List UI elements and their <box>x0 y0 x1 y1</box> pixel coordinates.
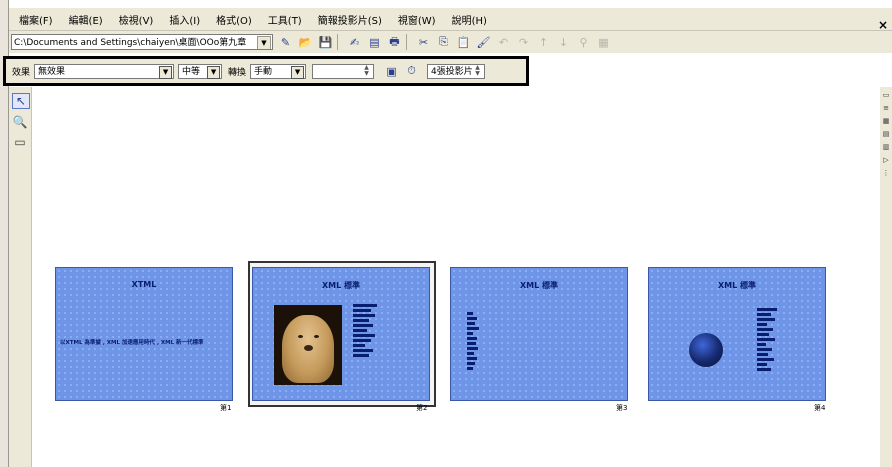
globe-image <box>689 333 723 367</box>
slides-per-row-arrows-icon[interactable]: ▲ ▼ <box>472 64 483 78</box>
slide-thumbnail-3[interactable]: XML 標準 <box>450 267 628 401</box>
dog-eye-left <box>298 335 303 338</box>
slide-2-title: XML 標準 <box>321 281 360 290</box>
slide-4-title: XML 標準 <box>717 281 756 290</box>
menu-file[interactable]: 檔案(F) <box>19 12 53 27</box>
menu-tools[interactable]: 工具(T) <box>268 12 302 27</box>
left-tool-panel: ↖ 🔍 ▭ <box>9 87 32 467</box>
notes-view-icon[interactable]: ▤ <box>882 130 890 139</box>
effect-value: 無效果 <box>38 66 66 77</box>
menu-help[interactable]: 說明(H) <box>452 12 487 27</box>
redo-icon[interactable]: ↷ <box>516 35 531 50</box>
slide-3-number: 第3 <box>616 404 628 412</box>
menu-window[interactable]: 視窗(W) <box>398 12 436 27</box>
paste-icon[interactable]: 📋 <box>456 35 471 50</box>
switch-select[interactable]: 手動 ▼ <box>250 63 307 79</box>
arrow-down-icon[interactable]: ↓ <box>556 35 571 50</box>
slide-thumbnail-4[interactable]: XML 標準 <box>648 267 826 401</box>
time-spinner[interactable]: ▲ ▼ <box>312 63 375 79</box>
print-icon[interactable]: 🖶 <box>387 35 402 50</box>
menu-view[interactable]: 檢視(V) <box>119 12 154 27</box>
drawing-view-icon[interactable]: ▭ <box>882 91 890 100</box>
slide-1-title: XTML <box>131 280 157 289</box>
menu-bar: 檔案(F) 編輯(E) 檢視(V) 插入(I) 格式(O) 工具(T) 簡報投影… <box>9 8 892 32</box>
slide-sorter-toolbar: 效果 無效果 ▼ 中等 ▼ 轉換 手動 ▼ ▲ ▼ ▣ ⏱ 4張投影片 ▲ ▼ <box>3 56 529 86</box>
close-document-icon[interactable]: × <box>878 18 888 32</box>
slide-4-text-lines <box>757 308 783 373</box>
document-path-field[interactable]: C:\Documents and Settings\chaiyen\桌面\OOo… <box>11 34 273 50</box>
pdf-export-icon[interactable]: ▤ <box>367 35 382 50</box>
switch-dropdown-arrow-icon[interactable]: ▼ <box>291 65 305 79</box>
slide-4-number: 第4 <box>814 404 826 412</box>
path-dropdown-arrow-icon[interactable]: ▼ <box>257 36 271 49</box>
slide-2-number: 第2 <box>416 404 428 412</box>
slide-1-number: 第1 <box>220 404 232 412</box>
format-paintbrush-icon[interactable]: 🖌 <box>476 35 491 50</box>
show-slide-icon[interactable]: ▣ <box>384 64 399 79</box>
slides-per-row-value: 4張投影片 <box>431 66 473 77</box>
arrow-up-icon[interactable]: ↑ <box>536 35 551 50</box>
menu-insert[interactable]: 插入(I) <box>169 12 200 27</box>
right-view-panel: ▭ ≡ ▦ ▤ ▥ ▷ ⋮ <box>879 87 892 467</box>
handout-view-icon[interactable]: ▥ <box>882 143 890 152</box>
switch-value: 手動 <box>254 66 273 77</box>
copy-icon[interactable]: ⎘ <box>436 35 451 50</box>
edit-file-icon[interactable]: ✎ <box>278 35 293 50</box>
speed-value: 中等 <box>182 66 201 77</box>
slide-thumbnail-1[interactable]: XTML 以XTML 為準據 , XML 加速應用時代 , XML 新一代標準 <box>55 267 233 401</box>
slide-sorter-view-icon[interactable]: ▦ <box>882 117 890 126</box>
save-icon[interactable]: 💾 <box>318 35 333 50</box>
zoom-icon[interactable]: 🔍 <box>12 115 28 129</box>
undo-icon[interactable]: ↶ <box>496 35 511 50</box>
slide-1-body: 以XTML 為準據 , XML 加速應用時代 , XML 新一代標準 <box>60 340 204 346</box>
table-icon[interactable]: ▦ <box>596 35 611 50</box>
document-path-text: C:\Documents and Settings\chaiyen\桌面\OOo… <box>14 38 247 48</box>
speed-select[interactable]: 中等 ▼ <box>178 63 223 79</box>
effect-label: 效果 <box>12 67 31 78</box>
outline-view-icon[interactable]: ≡ <box>882 104 890 113</box>
toolbar-separator <box>406 34 407 50</box>
dog-nose <box>304 345 313 351</box>
effect-select[interactable]: 無效果 ▼ <box>34 63 175 79</box>
slide-2-text-lines <box>353 304 381 359</box>
open-folder-icon[interactable]: 📂 <box>298 35 313 50</box>
slide-sorter-area: XTML 以XTML 為準據 , XML 加速應用時代 , XML 新一代標準 … <box>32 87 880 467</box>
slide-3-text-lines <box>467 312 481 372</box>
speed-dropdown-arrow-icon[interactable]: ▼ <box>207 65 221 79</box>
menu-format[interactable]: 格式(O) <box>216 12 252 27</box>
function-toolbar: C:\Documents and Settings\chaiyen\桌面\OOo… <box>9 31 892 53</box>
slideshow-view-icon[interactable]: ▷ <box>882 156 890 165</box>
dog-eye-right <box>314 335 319 338</box>
switch-label: 轉換 <box>228 67 247 78</box>
slide-thumbnail-2[interactable]: XML 標準 <box>252 267 430 401</box>
more-views-icon[interactable]: ⋮ <box>882 169 890 178</box>
effect-dropdown-arrow-icon[interactable]: ▼ <box>159 65 173 79</box>
menu-slideshow[interactable]: 簡報投影片(S) <box>318 12 382 27</box>
rehearse-timing-icon[interactable]: ⏱ <box>404 64 419 79</box>
hyperlink-icon[interactable]: ⚲ <box>576 35 591 50</box>
toolbar-separator <box>337 34 338 50</box>
slide-3-title: XML 標準 <box>519 281 558 290</box>
presentation-window: 檔案(F) 編輯(E) 檢視(V) 插入(I) 格式(O) 工具(T) 簡報投影… <box>0 0 892 467</box>
time-spinner-arrows-icon[interactable]: ▲ ▼ <box>361 64 372 78</box>
dog-photo <box>274 305 342 385</box>
slides-per-row-spinner[interactable]: 4張投影片 ▲ ▼ <box>427 63 486 79</box>
slide-show-icon[interactable]: ▭ <box>12 135 28 149</box>
menu-edit[interactable]: 編輯(E) <box>69 12 103 27</box>
select-arrow-icon[interactable]: ↖ <box>12 93 30 109</box>
cut-icon[interactable]: ✂ <box>416 35 431 50</box>
edit-mode-icon[interactable]: ✍ <box>347 35 362 50</box>
